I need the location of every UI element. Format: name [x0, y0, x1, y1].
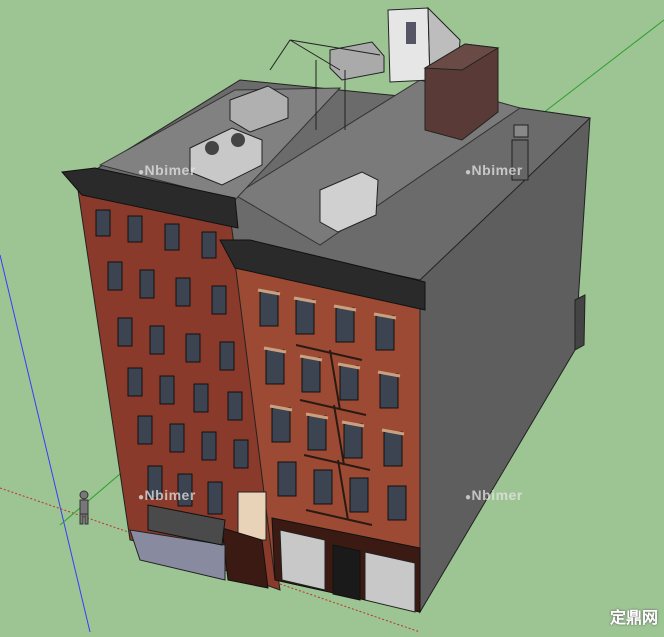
antenna-line: [269, 39, 291, 71]
side-box: [574, 294, 586, 351]
site-logo: 定鼎网: [609, 608, 658, 627]
fan-icon-2: [231, 133, 245, 147]
rolling-shutter-left: [279, 529, 326, 591]
sketchup-viewport: Nbimer Nbimer Nbimer Nbimer 定鼎网: [0, 0, 664, 633]
bulkhead-door: [406, 22, 416, 44]
vent-stack: [513, 124, 529, 138]
blue-axis-line: [0, 254, 91, 633]
building-model: [0, 6, 664, 633]
fan-icon: [205, 141, 219, 155]
watermark: Nbimer: [465, 487, 523, 503]
entrance-door[interactable]: [237, 491, 267, 541]
stair-bulkhead: [387, 7, 431, 83]
rolling-shutter-right: [364, 551, 416, 613]
watermark: Nbimer: [138, 162, 196, 178]
watermark: Nbimer: [138, 487, 196, 503]
store-door[interactable]: [332, 544, 361, 601]
watermark: Nbimer: [465, 162, 523, 178]
scale-figure: [79, 490, 89, 525]
